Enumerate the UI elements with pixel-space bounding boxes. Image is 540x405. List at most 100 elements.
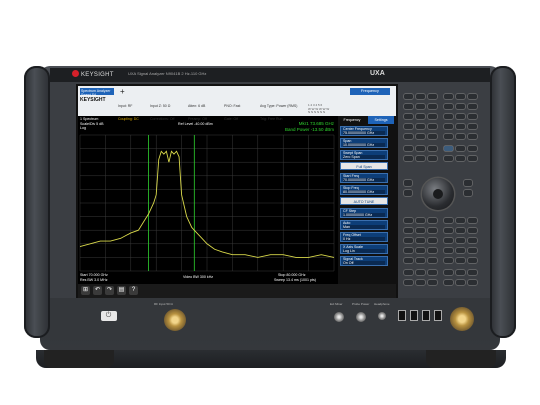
hardkey-button[interactable] (456, 270, 465, 275)
hardkey-button[interactable] (468, 146, 477, 151)
hardkey-button[interactable] (468, 134, 477, 139)
hardkey-button[interactable] (416, 280, 425, 285)
hardkey-button[interactable] (416, 94, 425, 99)
hardkey-button[interactable] (416, 146, 425, 151)
softkey-cf-step[interactable]: CF Step 1.000000000 GHz (340, 208, 388, 219)
hardkey-button[interactable] (444, 124, 453, 129)
hardkey-button[interactable] (416, 218, 425, 223)
softkey-swept-span[interactable]: Swept Span Zero Span (340, 150, 388, 161)
softkey-x-axis-scale[interactable]: X Axis Scale Log Lin (340, 244, 388, 255)
hardkey-button[interactable] (416, 248, 425, 253)
hardkey-button[interactable] (444, 218, 453, 223)
hardkey-button[interactable] (404, 248, 413, 253)
mode-tab[interactable]: Spectrum Analyzer Swept SA (80, 88, 114, 97)
hardkey-button[interactable] (428, 218, 437, 223)
hardkey-button[interactable] (456, 238, 465, 243)
undo-icon[interactable]: ↶ (93, 286, 102, 295)
hardkey-button[interactable] (404, 104, 413, 109)
hardkey-button[interactable] (428, 146, 437, 151)
hardkey-button[interactable] (456, 248, 465, 253)
hardkey-button[interactable] (468, 270, 477, 275)
softkey-tab-frequency[interactable]: Frequency (338, 116, 366, 124)
hardkey-button[interactable] (456, 124, 465, 129)
hardkey-button[interactable] (404, 114, 413, 119)
hardkey-button[interactable] (468, 228, 477, 233)
auto-tune-button[interactable]: AUTO TUNE (340, 197, 388, 205)
hardkey-button[interactable] (444, 280, 453, 285)
arrow-key[interactable] (404, 190, 412, 196)
hardkey-button[interactable] (444, 104, 453, 109)
hardkey-button[interactable] (404, 238, 413, 243)
hardkey-button[interactable] (468, 280, 477, 285)
hardkey-button[interactable] (416, 124, 425, 129)
add-screen-icon[interactable]: + (120, 87, 125, 96)
softkey-center-frequency[interactable]: Center Frequency 75.000000000 GHz (340, 126, 388, 137)
hardkey-button[interactable] (416, 238, 425, 243)
hardkey-button[interactable] (404, 228, 413, 233)
hardkey-button[interactable] (428, 280, 437, 285)
full-span-button[interactable]: Full Span (340, 162, 388, 170)
hardkey-button[interactable] (416, 134, 425, 139)
hardkey-button[interactable] (428, 114, 437, 119)
hardkey-button[interactable] (468, 238, 477, 243)
file-icon[interactable]: ▤ (117, 286, 126, 295)
windows-icon[interactable]: ⊞ (81, 286, 90, 295)
hardkey-button[interactable] (428, 104, 437, 109)
hardkey-button[interactable] (468, 94, 477, 99)
hardkey-button[interactable] (444, 248, 453, 253)
hardkey-button[interactable] (468, 114, 477, 119)
hardkey-button[interactable] (456, 280, 465, 285)
hardkey-button[interactable] (428, 238, 437, 243)
hardkey-button[interactable] (428, 124, 437, 129)
hardkey-button[interactable] (456, 114, 465, 119)
hardkey-button[interactable] (428, 94, 437, 99)
hardkey-button[interactable] (456, 146, 465, 151)
hardkey-button[interactable] (468, 104, 477, 109)
hardkey-button[interactable] (456, 104, 465, 109)
hardkey-button[interactable] (416, 228, 425, 233)
hardkey-button[interactable] (404, 134, 413, 139)
hardkey-button[interactable] (416, 114, 425, 119)
hardkey-button[interactable] (456, 134, 465, 139)
hardkey-button[interactable] (416, 258, 425, 263)
hardkey-button[interactable] (444, 146, 453, 151)
hardkey-button[interactable] (428, 248, 437, 253)
arrow-key[interactable] (464, 180, 472, 186)
hardkey-button[interactable] (468, 156, 477, 161)
hardkey-button[interactable] (456, 94, 465, 99)
hardkey-button[interactable] (444, 238, 453, 243)
hardkey-button[interactable] (444, 228, 453, 233)
arrow-key[interactable] (404, 180, 412, 186)
hardkey-button[interactable] (444, 134, 453, 139)
softkey-stop-freq[interactable]: Stop Freq 80.000000000 GHz (340, 185, 388, 196)
hardkey-button[interactable] (468, 248, 477, 253)
hardkey-button[interactable] (428, 156, 437, 161)
hardkey-button[interactable] (404, 218, 413, 223)
hardkey-button[interactable] (404, 258, 413, 263)
softkey-freq-offset[interactable]: Freq Offset 0 Hz (340, 232, 388, 243)
hardkey-button[interactable] (404, 146, 413, 151)
hardkey-button[interactable] (416, 156, 425, 161)
hardkey-button[interactable] (428, 258, 437, 263)
hardkey-button[interactable] (456, 218, 465, 223)
hardkey-button[interactable] (416, 104, 425, 109)
hardkey-button[interactable] (456, 228, 465, 233)
hardkey-button[interactable] (456, 156, 465, 161)
hardkey-button[interactable] (428, 270, 437, 275)
hardkey-button[interactable] (404, 124, 413, 129)
softkey-auto-man[interactable]: Auto Man (340, 220, 388, 231)
hardkey-button[interactable] (444, 156, 453, 161)
hardkey-button[interactable] (468, 258, 477, 263)
softkey-span[interactable]: Span 10.000000000 GHz (340, 138, 388, 149)
tab-settings[interactable]: Settings (368, 116, 394, 124)
hardkey-button[interactable] (444, 258, 453, 263)
hardkey-button[interactable] (404, 94, 413, 99)
hardkey-button[interactable] (428, 134, 437, 139)
softkey-start-freq[interactable]: Start Freq 70.000000000 GHz (340, 173, 388, 184)
hardkey-button[interactable] (416, 270, 425, 275)
frequency-button[interactable]: Frequency (350, 88, 390, 95)
hardkey-button[interactable] (444, 270, 453, 275)
hardkey-button[interactable] (404, 156, 413, 161)
help-icon[interactable]: ? (129, 286, 138, 295)
hardkey-button[interactable] (444, 114, 453, 119)
